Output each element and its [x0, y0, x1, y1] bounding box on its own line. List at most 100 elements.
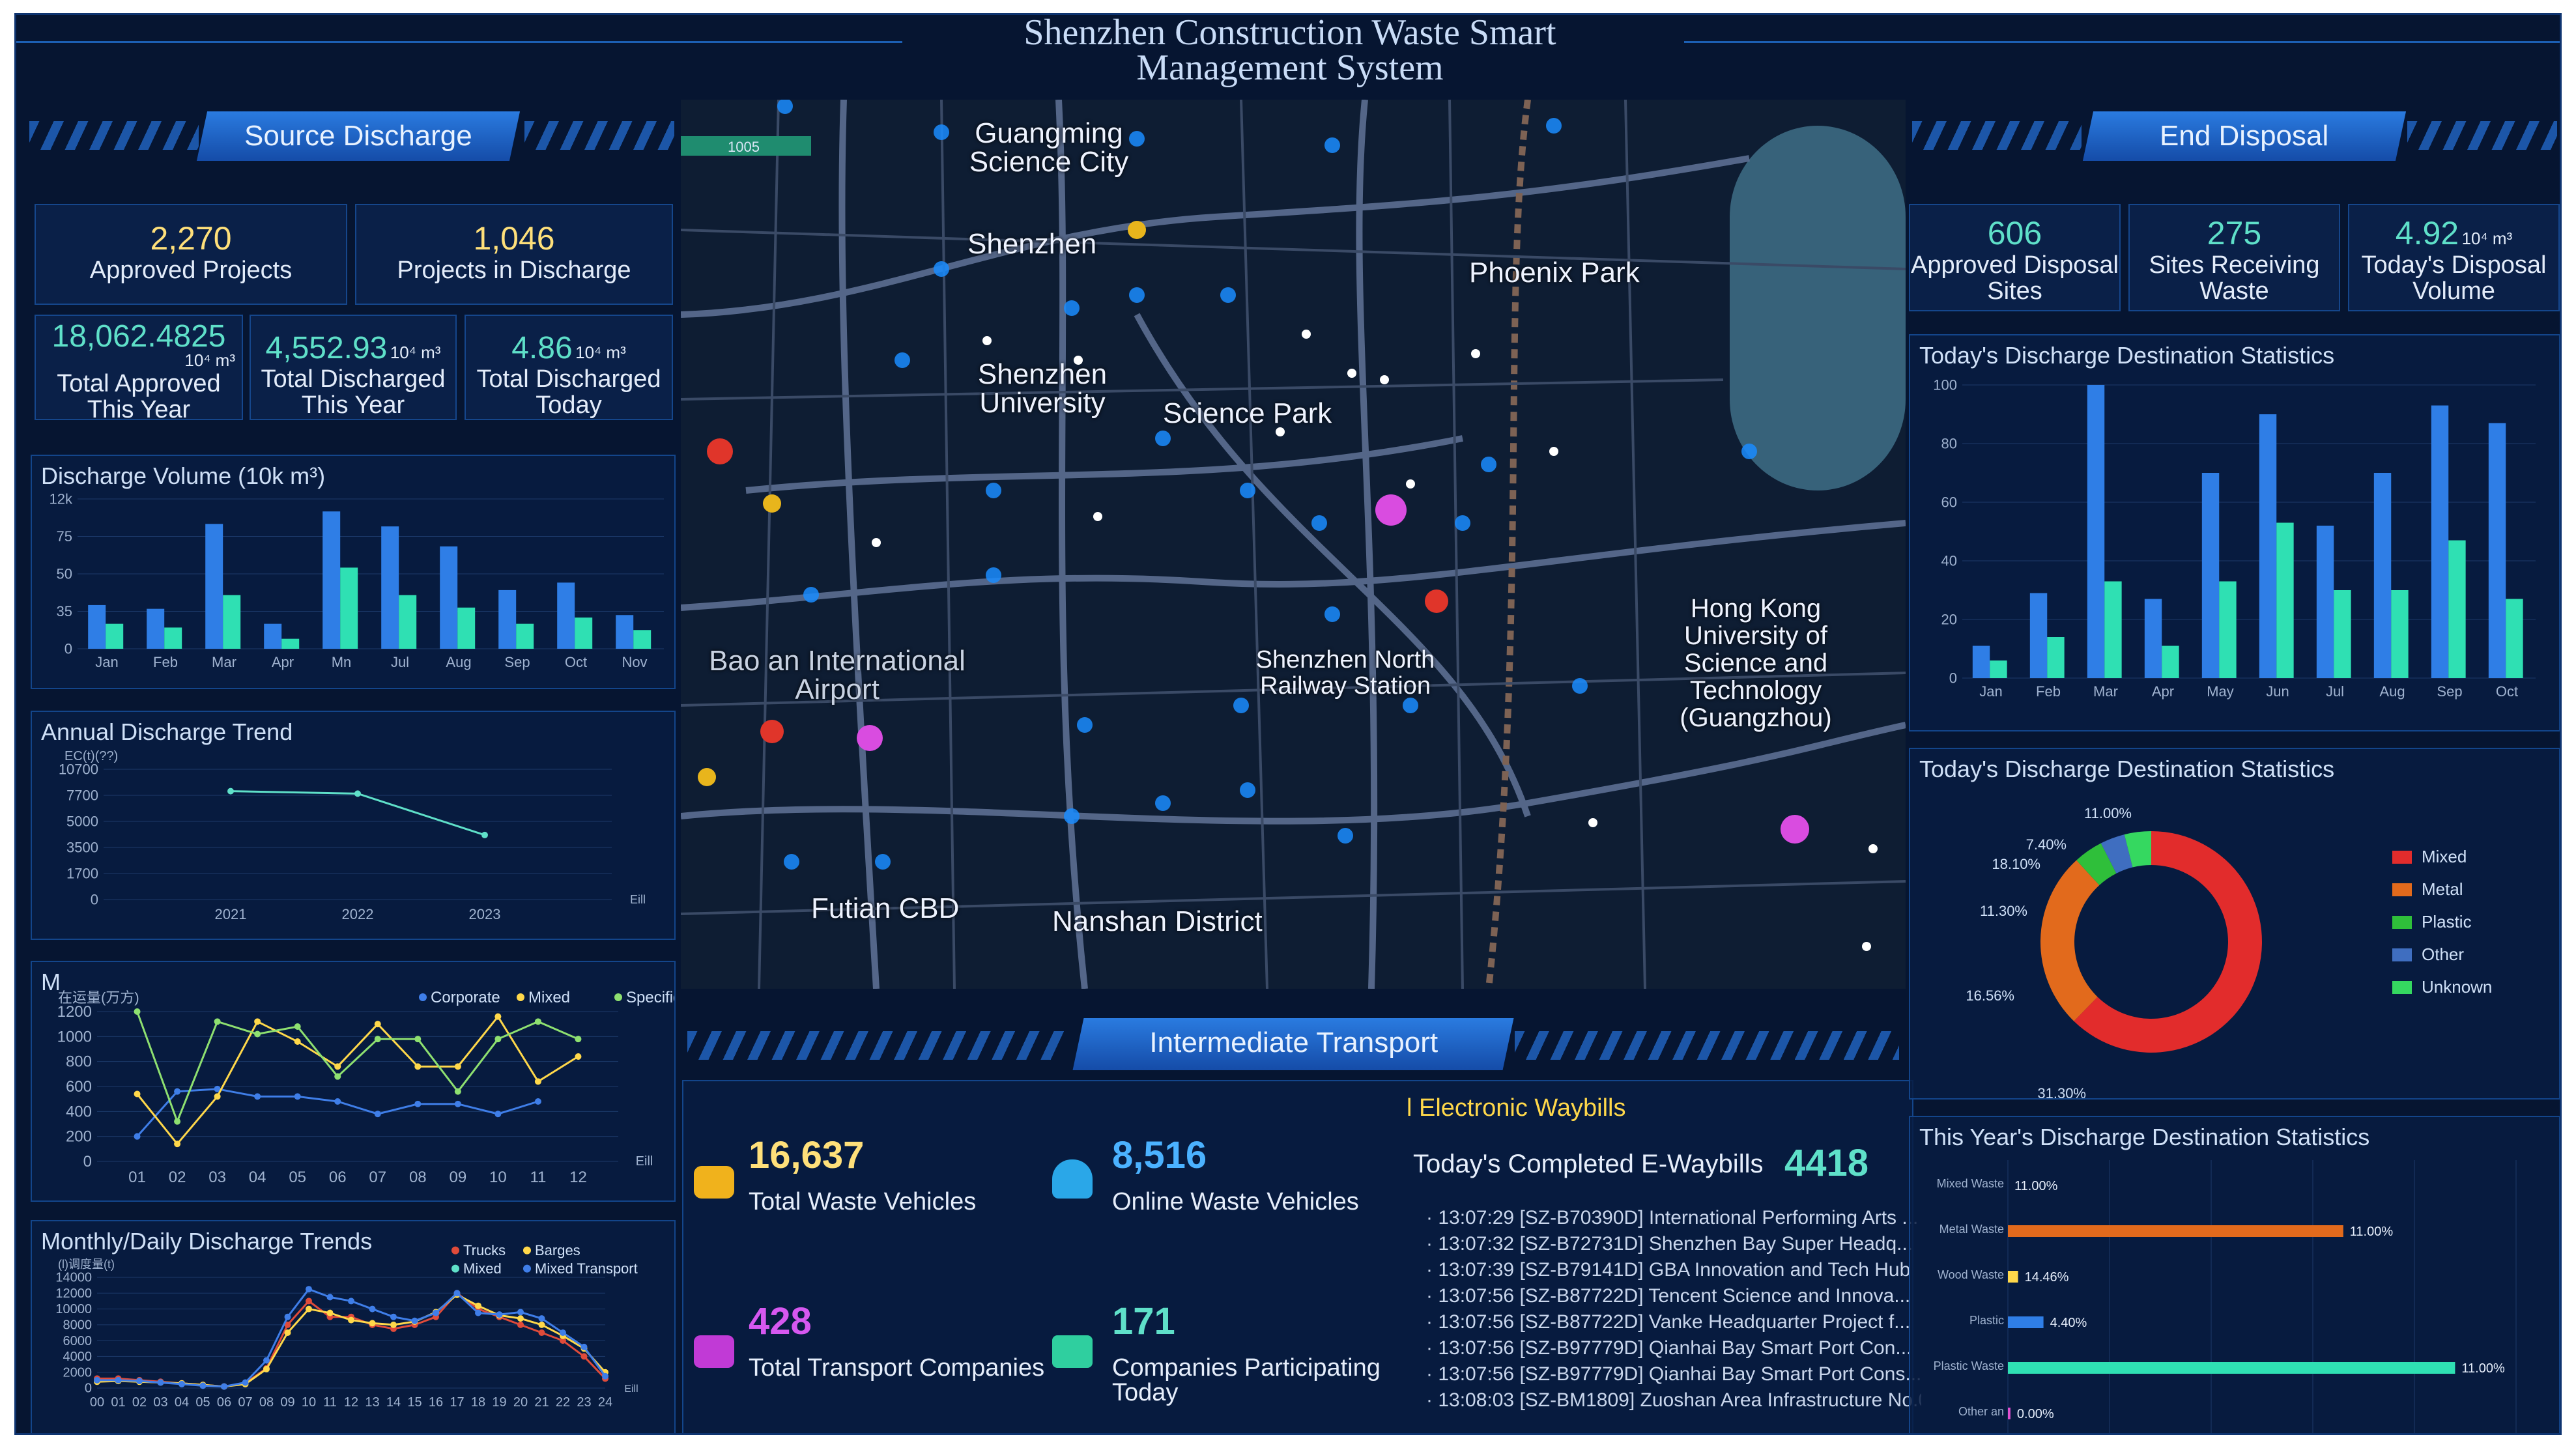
online-vehicles-value: 8,516	[1112, 1134, 1207, 1176]
waybill-item[interactable]: · 13:07:32 [SZ-B72731D] Shenzhen Bay Sup…	[1426, 1233, 1921, 1255]
bar	[88, 604, 106, 649]
x-tick-label: 06	[329, 1169, 347, 1186]
data-point	[174, 1118, 181, 1125]
transport-title: Intermediate Transport	[1149, 1027, 1438, 1058]
x-tick-label: Apr	[272, 654, 294, 670]
data-point	[374, 1036, 381, 1043]
bar	[2259, 414, 2277, 678]
x-tick-label: 02	[132, 1395, 147, 1410]
title-line-2: Management System	[1136, 48, 1444, 88]
data-point	[174, 1088, 181, 1095]
bar	[106, 623, 124, 649]
y-tick-label: 800	[66, 1053, 92, 1071]
x-tick-label: 19	[492, 1395, 506, 1410]
pie-slice	[2040, 860, 2100, 1021]
annual-trend-panel: Annual Discharge Trend 0 1700 3500 5000 7700…	[31, 711, 676, 940]
total-vehicles-label: Total Waste Vehicles	[749, 1188, 977, 1215]
year-dest-title: This Year's Discharge Destination Statis…	[1919, 1124, 2370, 1150]
waybill-item[interactable]: · 13:07:56 [SZ-B97779D] Qianhai Bay Smar…	[1426, 1337, 1921, 1359]
approved-projects-card: 2,270 Approved Projects	[35, 204, 347, 305]
title-line-1: Shenzhen Construction Waste Smart	[1023, 13, 1556, 53]
waybill-item[interactable]: · 13:07:56 [SZ-B87722D] Vanke Headquarte…	[1426, 1311, 1921, 1333]
data-point	[306, 1298, 312, 1305]
legend-label: Specific	[626, 989, 674, 1006]
data-point	[334, 1098, 341, 1105]
bar	[2373, 473, 2392, 678]
approved-projects-label: Approved Projects	[89, 257, 293, 284]
disposal-volume-unit: 10⁴ m³	[2461, 229, 2513, 248]
data-point	[284, 1313, 291, 1320]
bar	[2448, 540, 2466, 678]
x-tick-label: 06	[217, 1395, 231, 1410]
discharged-today-label-1: Total Discharged	[476, 365, 661, 393]
data-point	[538, 1315, 545, 1322]
participating-label-1: Companies Participating	[1112, 1354, 1381, 1382]
bar	[205, 524, 223, 649]
total-discharged-card: 4,552.93 10⁴ m³ Total Discharged This Ye…	[250, 315, 457, 420]
y-tick-label: 3500	[66, 839, 98, 855]
x-tick-label: 08	[259, 1395, 274, 1410]
total-vehicles-value: 16,637	[749, 1134, 865, 1176]
x-tick-label: Jul	[2326, 683, 2344, 700]
data-point	[517, 1321, 524, 1328]
legend-marker	[517, 993, 524, 1001]
x-tick-label: 05	[195, 1395, 210, 1410]
map-label-science-park: Science Park	[1163, 397, 1332, 429]
disposal-sites-card: 606 Approved Disposal Sites	[1909, 204, 2121, 311]
y-tick-label: Metal Waste	[1939, 1223, 2004, 1236]
bar	[2506, 599, 2523, 678]
map-label-hkust: Hong Kong University of Science and Tech…	[1680, 594, 1832, 732]
pie-label: 18.10%	[1992, 856, 2040, 872]
bar	[575, 618, 593, 649]
bar	[440, 546, 458, 649]
map-label-shenzhen: Shenzhen	[967, 228, 1097, 260]
bar	[2201, 473, 2220, 678]
data-label: 14.46%	[2025, 1270, 2069, 1285]
waybill-item[interactable]: · 13:07:39 [SZ-B79141D] GBA Innovation a…	[1426, 1259, 1921, 1281]
monthly-daily-panel: Monthly/Daily Discharge Trends 0 2000 4000…	[31, 1220, 676, 1433]
disposal-sites-value: 606	[1987, 215, 2042, 251]
waybill-item[interactable]: · 13:07:56 [SZ-B87722D] Tencent Science …	[1426, 1285, 1921, 1307]
total-approved-label-2: This Year	[87, 396, 191, 423]
bar	[223, 595, 241, 649]
online-vehicles-label: Online Waste Vehicles	[1112, 1188, 1359, 1215]
legend-label: Other	[2422, 944, 2464, 964]
x-tick-label: Aug	[2379, 683, 2405, 700]
data-point	[306, 1286, 312, 1293]
x-tick-label: Apr	[2152, 683, 2174, 700]
data-point	[454, 1088, 461, 1095]
waybill-item[interactable]: · 13:08:03 [SZ-BM1809] Zuoshan Area Infr…	[1426, 1389, 1921, 1412]
legend-marker	[419, 993, 427, 1001]
bar	[2008, 1408, 2011, 1419]
in-discharge-value: 1,046	[473, 220, 555, 257]
data-point	[580, 1353, 588, 1360]
data-point	[453, 1290, 461, 1297]
x-tick-label: Oct	[565, 654, 587, 670]
legend-label: Mixed	[463, 1260, 502, 1277]
y-tick-label: 12k	[50, 492, 73, 507]
y-tick-label: 1700	[66, 865, 98, 881]
y-tick-label: 100	[1933, 376, 1957, 393]
data-point	[414, 1100, 422, 1107]
bar	[2008, 1362, 2455, 1374]
y-tick-label: 10000	[55, 1302, 92, 1316]
y-tick-label: 600	[66, 1078, 92, 1096]
data-point	[369, 1320, 376, 1327]
x-tick-label: 04	[175, 1395, 189, 1410]
disposal-volume-label-1: Today's Disposal	[2361, 251, 2547, 279]
data-point	[494, 1013, 502, 1020]
disposal-volume-label-2: Volume	[2412, 277, 2495, 305]
city-map[interactable]: 1005 Guangming Science City Shenzhen She…	[681, 100, 1906, 989]
end-disposal-title: End Disposal	[2160, 120, 2329, 152]
data-point	[374, 1021, 381, 1028]
x-tick-label: Oct	[2496, 683, 2518, 700]
data-label: 0.00%	[2017, 1407, 2054, 1421]
waybill-item[interactable]: · 13:07:29 [SZ-B70390D] International Pe…	[1426, 1207, 1921, 1229]
waybill-item[interactable]: · 13:07:56 [SZ-B97779D] Qianhai Bay Smar…	[1426, 1363, 1921, 1385]
location-icon	[1052, 1159, 1093, 1199]
total-approved-card: 18,062.4825 10⁴ m³ Total Approved This Y…	[35, 315, 243, 423]
data-point	[242, 1379, 249, 1386]
company-icon	[694, 1335, 734, 1368]
monthly-daily-chart: 0 20004000 60008000 100001200014000 00 01 02 03…	[55, 1245, 638, 1410]
data-label: 11.00%	[2350, 1225, 2394, 1239]
